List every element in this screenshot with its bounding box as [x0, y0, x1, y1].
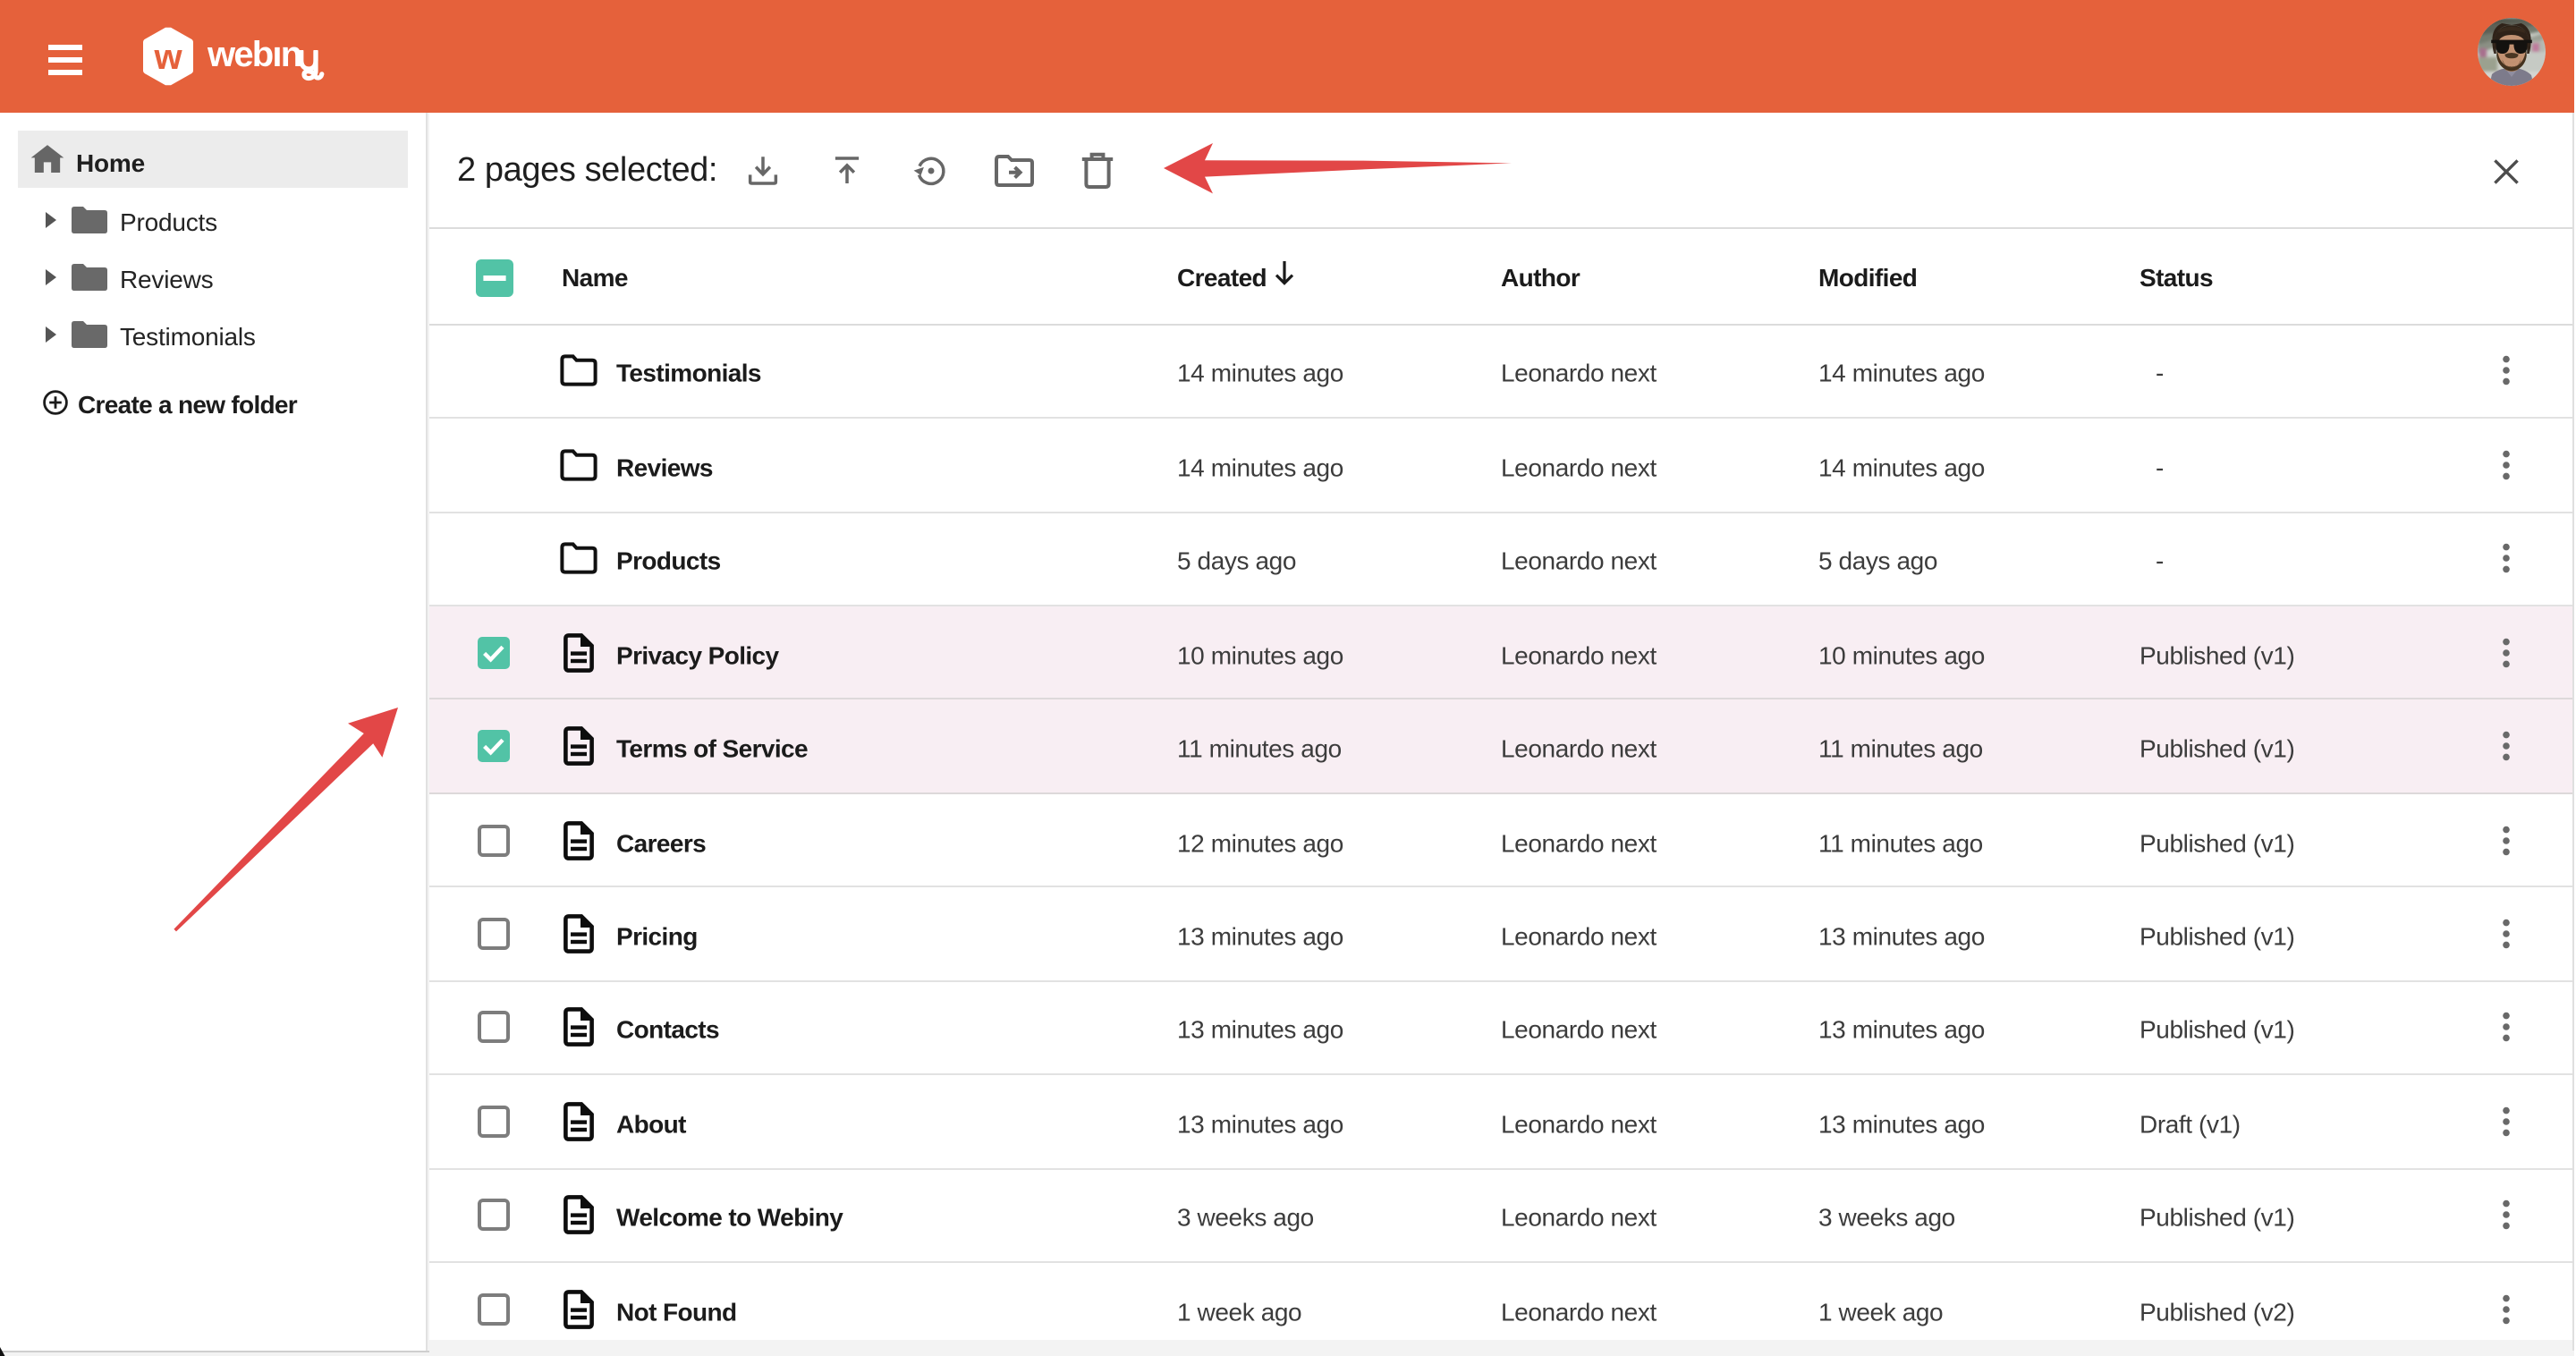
svg-text:w: w	[153, 37, 182, 76]
